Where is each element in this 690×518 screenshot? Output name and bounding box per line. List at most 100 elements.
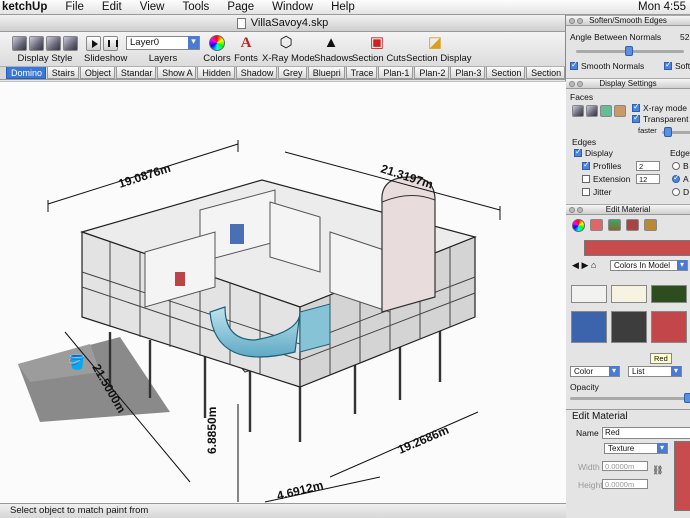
extension-input[interactable]: 12 [636,174,660,184]
material-swatch[interactable] [611,311,647,343]
play-icon[interactable] [86,35,101,51]
width-input[interactable]: 0.0000m [602,461,648,471]
smooth-normals-checkbox[interactable] [570,60,578,70]
forward-arrow-icon[interactable]: ▶ [581,260,588,270]
color-wheel-icon[interactable] [572,219,585,232]
scene-tab[interactable]: Plan-1 [378,67,414,79]
home-icon[interactable]: ⌂ [591,260,596,270]
scene-tab[interactable]: Shadow [235,67,278,79]
layer-select[interactable]: Layer0 [126,36,200,50]
material-library-select[interactable]: Colors In Model [610,260,688,271]
transparency-quality-knob[interactable] [664,127,672,137]
scene-tab[interactable]: Standar [115,67,157,79]
scene-tab[interactable]: Object [79,67,115,79]
extension-checkbox[interactable] [582,175,590,183]
back-arrow-icon[interactable]: ◀ [572,260,579,270]
scene-tab[interactable]: Trace [345,67,378,79]
section-display-icon[interactable]: ◪ [428,35,442,51]
scene-tab[interactable]: Bluepri [307,67,345,79]
fonts-group[interactable]: A Fonts [234,35,258,64]
scene-tab[interactable]: Plan-3 [450,67,486,79]
scene-tab[interactable]: Plan-2 [414,67,450,79]
color-type-select[interactable]: Color [570,366,620,377]
xray-checkbox[interactable] [632,102,640,112]
scene-tab[interactable]: Hidden [197,67,235,79]
material-swatch[interactable] [571,311,607,343]
display-style-group: Display Style [10,35,80,64]
minimize-icon[interactable] [577,18,583,24]
minimize-icon[interactable] [577,81,583,87]
material-swatch[interactable] [651,285,687,303]
menu-file[interactable]: File [56,1,93,13]
scene-tab[interactable]: Section [526,67,565,79]
wireframe-style-icon[interactable] [12,35,27,51]
material-name-input[interactable]: Red [602,427,690,439]
transparency-checkbox[interactable] [632,113,640,123]
model-viewport[interactable]: 19.0876m 21.3197m 21.5000m 19.2686m 4.69… [0,81,566,503]
app-menu[interactable]: ketchUp [0,1,56,13]
colors-group[interactable]: Colors [203,35,231,64]
menu-page[interactable]: Page [218,1,263,13]
edge-color-b-radio[interactable] [672,162,680,170]
minimize-icon[interactable] [577,207,583,213]
xray-cube-icon[interactable]: ⬡ [279,35,292,51]
soften-panel-title[interactable]: Soften/Smooth Edges [566,15,690,26]
jitter-checkbox[interactable] [582,188,590,196]
lock-aspect-chain-icon[interactable]: ⛓ [652,465,663,476]
face-style-hidden-icon[interactable] [586,105,598,117]
close-icon[interactable] [569,207,575,213]
shadows-group[interactable]: ▲ Shadows [314,35,353,65]
face-style-texture-icon[interactable] [614,105,626,117]
edit-material-title[interactable]: Edit Material [566,204,690,215]
xray-label: X-Ray Mode [262,53,315,64]
close-icon[interactable] [569,18,575,24]
close-icon[interactable] [569,81,575,87]
xray-group[interactable]: ⬡ X-Ray Mode [262,35,315,65]
section-cuts-group[interactable]: ▣ Section Cuts [352,35,406,65]
brick-mode-icon[interactable] [644,219,657,231]
transparency-quality-slider[interactable] [662,127,690,137]
color-swatch-mode-icon[interactable] [590,219,603,231]
menu-tools[interactable]: Tools [173,1,218,13]
shadows-icon[interactable]: ▲ [324,35,339,51]
color-wheel-icon[interactable] [209,35,225,51]
hidden-line-style-icon[interactable] [29,35,44,51]
edges-display-checkbox[interactable] [574,147,582,157]
texture-select[interactable]: Texture [604,443,668,454]
menu-window[interactable]: Window [263,1,322,13]
list-view-select[interactable]: List [628,366,682,377]
menu-edit[interactable]: Edit [93,1,131,13]
crayon-mode-icon[interactable] [626,219,639,231]
opacity-slider[interactable] [570,393,690,403]
profiles-input[interactable]: 2 [636,161,660,171]
shaded-style-icon[interactable] [46,35,61,51]
menu-view[interactable]: View [131,1,174,13]
scene-tab[interactable]: Section [486,67,526,79]
scene-tab[interactable]: Show A [157,67,197,79]
section-cuts-icon[interactable]: ▣ [370,35,384,51]
image-mode-icon[interactable] [608,219,621,231]
scene-tab[interactable]: Grey [278,67,307,79]
profiles-checkbox[interactable] [582,160,590,170]
material-swatch[interactable] [651,311,687,343]
material-swatch[interactable] [571,285,607,303]
angle-slider-knob[interactable] [624,46,633,56]
villa-savoye-model[interactable]: 19.0876m 21.3197m 21.5000m 19.2686m 4.69… [0,82,566,503]
face-style-shaded-icon[interactable] [600,105,612,117]
menu-help[interactable]: Help [322,1,364,13]
scene-tab[interactable]: Domino [6,67,46,79]
edge-color-a-radio[interactable] [672,173,680,183]
fonts-icon[interactable]: A [241,35,252,51]
angle-slider[interactable] [576,46,684,56]
edge-color-d-radio[interactable] [672,188,680,196]
textured-style-icon[interactable] [63,35,78,51]
soften-coplanar-checkbox[interactable] [664,60,672,70]
section-display-group[interactable]: ◪ Section Display [406,35,471,65]
opacity-slider-knob[interactable] [684,393,690,403]
face-style-wire-icon[interactable] [572,105,584,117]
height-input[interactable]: 0.0000m [602,479,648,489]
display-settings-title[interactable]: Display Settings [566,78,690,89]
scene-tab[interactable]: Stairs [46,67,79,79]
pause-icon[interactable] [103,35,118,51]
material-swatch[interactable] [611,285,647,303]
